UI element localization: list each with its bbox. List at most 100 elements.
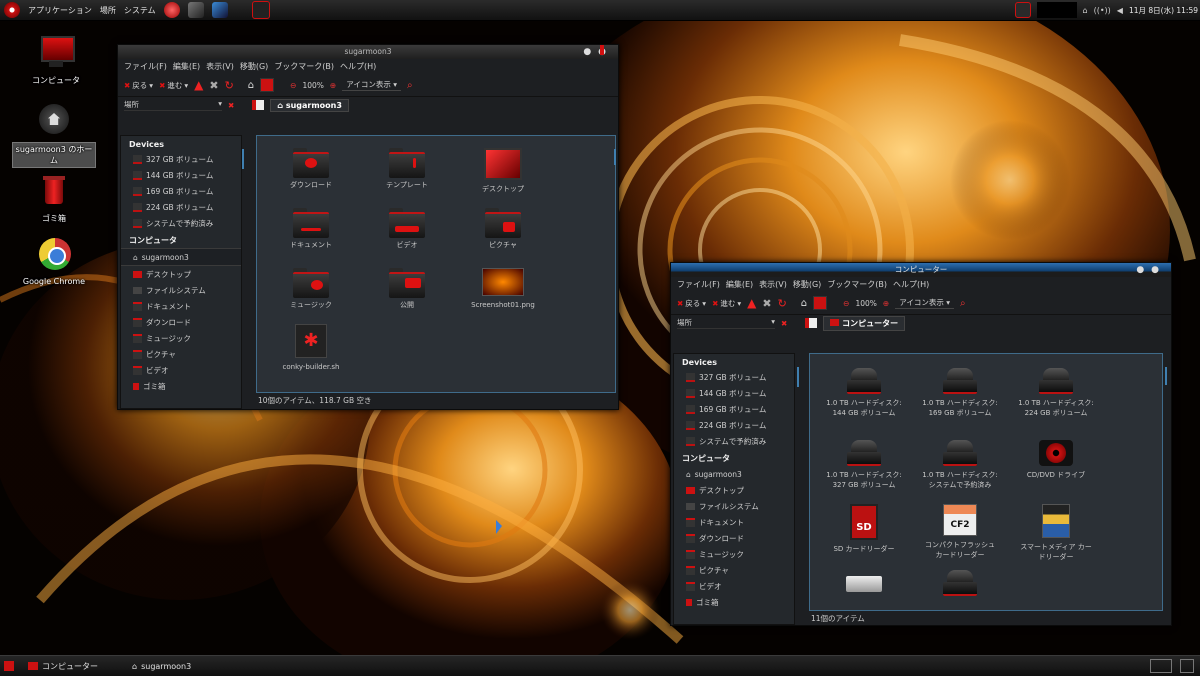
sidebar-item-music[interactable]: ミュージック [121,330,241,346]
places-select[interactable]: 場所 ▾ [677,317,775,329]
file-item[interactable]: ドキュメント [271,208,351,250]
sidebar-item-desktop[interactable]: デスクトップ [674,482,794,498]
edit-location-icon[interactable] [805,318,818,328]
menu-go[interactable]: 移動(G) [793,279,821,290]
menu-file[interactable]: ファイル(F) [124,61,167,72]
sidebar-item-home[interactable]: ⌂ sugarmoon3 [121,248,241,266]
file-item[interactable]: ミュージック [271,268,351,310]
taskbar-button-home[interactable]: ⌂ sugarmoon3 [126,662,211,671]
stop-icon[interactable]: ✖ [762,297,771,310]
reload-icon[interactable]: ↻ [778,297,787,310]
zoom-out-icon[interactable]: ⊖ [843,299,849,308]
places-select[interactable]: 場所 ▾ [124,99,222,111]
places-menu[interactable]: 場所 [100,5,116,16]
sidebar-item-pictures[interactable]: ピクチャ [121,346,241,362]
sidebar-item-trash[interactable]: ゴミ箱 [674,594,794,610]
sidebar-item-videos[interactable]: ビデオ [674,578,794,594]
file-item[interactable]: テンプレート [367,148,447,190]
sidebar-item-volume[interactable]: 327 GB ボリューム [674,369,794,385]
sidebar-item-downloads[interactable]: ダウンロード [121,314,241,330]
sidebar-item-home[interactable]: ⌂ sugarmoon3 [674,466,794,482]
drive-item[interactable]: 1.0 TB ハードディスク: 327 GB ボリューム [824,440,904,490]
taskbar-button-computer[interactable]: コンピューター [22,661,118,672]
sidebar-item-documents[interactable]: ドキュメント [121,298,241,314]
network-icon[interactable]: ⌂ [1083,6,1088,15]
drive-item[interactable]: 1.0 TB ハードディスク: システムで予約済み [920,440,1000,490]
desktop-icon-trash[interactable]: ゴミ箱 [12,174,96,225]
menu-go[interactable]: 移動(G) [240,61,268,72]
desktop-icon-home[interactable]: sugarmoon3 のホーム [12,104,96,168]
volume-icon[interactable]: ◀ [1117,6,1123,15]
sidebar-item-pictures[interactable]: ピクチャ [674,562,794,578]
sidebar-item-volume[interactable]: システムで予約済み [674,433,794,449]
computer-icon[interactable] [260,78,275,92]
computer-icon[interactable] [813,296,828,310]
wifi-icon[interactable]: ((•)) [1094,6,1111,15]
file-item[interactable]: Screenshot01.png [463,268,543,310]
menu-file[interactable]: ファイル(F) [677,279,720,290]
sidebar-item-volume[interactable]: 169 GB ボリューム [121,183,241,199]
drive-item[interactable]: SD SD カードリーダー [824,504,904,554]
back-button[interactable]: ✖ 戻る ▾ [124,80,153,91]
workspace-switcher[interactable] [1150,659,1172,673]
sidebar-item-desktop[interactable]: デスクトップ [121,266,241,282]
tools-launcher-icon[interactable] [187,2,204,18]
sidebar-item-filesystem[interactable]: ファイルシステム [121,282,241,298]
menu-edit[interactable]: 編集(E) [726,279,753,290]
search-icon[interactable]: ⌕ [960,298,966,309]
sidebar-item-filesystem[interactable]: ファイルシステム [674,498,794,514]
drive-item[interactable]: スマートメディア カー ドリーダー [1016,504,1096,562]
trash-applet-icon[interactable] [1180,659,1194,673]
menu-help[interactable]: ヘルプ(H) [340,61,376,72]
drive-item[interactable]: 1.0 TB ハードディスク: 169 GB ボリューム [920,368,1000,418]
terminal-launcher-icon[interactable] [251,1,270,19]
drive-item[interactable] [920,570,1000,600]
back-button[interactable]: ✖ 戻る ▾ [677,298,706,309]
menu-view[interactable]: 表示(V) [206,61,234,72]
edit-location-icon[interactable] [252,100,265,110]
file-item[interactable]: ダウンロード [271,148,351,190]
sidebar-item-volume[interactable]: システムで予約済み [121,215,241,231]
sidebar-item-volume[interactable]: 224 GB ボリューム [121,199,241,215]
grid-scrollbar[interactable] [1165,367,1167,385]
window-controls[interactable]: ● ● [1136,263,1161,277]
file-item[interactable]: ピクチャ [463,208,543,250]
file-item[interactable]: ✱ conky-builder.sh [271,324,351,372]
notification-icon[interactable] [1014,2,1031,18]
close-sidebar-icon[interactable]: ✖ [228,101,234,110]
menu-view[interactable]: 表示(V) [759,279,787,290]
drive-item[interactable]: CD/DVD ドライブ [1016,440,1096,480]
system-menu[interactable]: システム [124,5,156,16]
menu-edit[interactable]: 編集(E) [173,61,200,72]
sidebar-item-videos[interactable]: ビデオ [121,362,241,378]
home-icon[interactable]: ⌂ [248,80,254,91]
desktop-icon-chrome[interactable]: Google Chrome [12,238,96,287]
menu-help[interactable]: ヘルプ(H) [893,279,929,290]
browser-launcher-icon[interactable] [163,2,180,18]
forward-button[interactable]: ✖ 進む ▾ [159,80,188,91]
search-icon[interactable]: ⌕ [407,80,413,91]
home-icon[interactable]: ⌂ [801,298,807,309]
up-arrow-icon[interactable]: ▲ [194,78,203,92]
file-item[interactable]: デスクトップ [463,148,543,194]
editor-launcher-icon[interactable] [211,2,228,18]
file-item[interactable]: ビデオ [367,208,447,250]
sidebar-item-volume[interactable]: 224 GB ボリューム [674,417,794,433]
zoom-in-icon[interactable]: ⊕ [330,81,336,90]
window-titlebar[interactable]: コンピューター ● ● [671,263,1171,277]
window-titlebar[interactable]: sugarmoon3 ● ● [118,45,618,59]
file-manager-window-computer[interactable]: コンピューター ● ● ファイル(F) 編集(E) 表示(V) 移動(G) ブッ… [670,262,1172,626]
reload-icon[interactable]: ↻ [225,79,234,92]
close-sidebar-icon[interactable]: ✖ [781,319,787,328]
drive-item[interactable]: 1.0 TB ハードディスク: 224 GB ボリューム [1016,368,1096,418]
view-mode-select[interactable]: アイコン表示 ▾ [895,297,954,309]
sidebar-scrollbar[interactable] [242,149,244,169]
sidebar-item-music[interactable]: ミュージック [674,546,794,562]
sidebar-item-documents[interactable]: ドキュメント [674,514,794,530]
file-manager-window-home[interactable]: sugarmoon3 ● ● ファイル(F) 編集(E) 表示(V) 移動(G)… [117,44,619,410]
sidebar-item-volume[interactable]: 169 GB ボリューム [674,401,794,417]
applications-menu[interactable]: アプリケーション [28,5,92,16]
forward-button[interactable]: ✖ 進む ▾ [712,298,741,309]
sidebar-item-volume[interactable]: 144 GB ボリューム [121,167,241,183]
menu-bookmarks[interactable]: ブックマーク(B) [827,279,887,290]
